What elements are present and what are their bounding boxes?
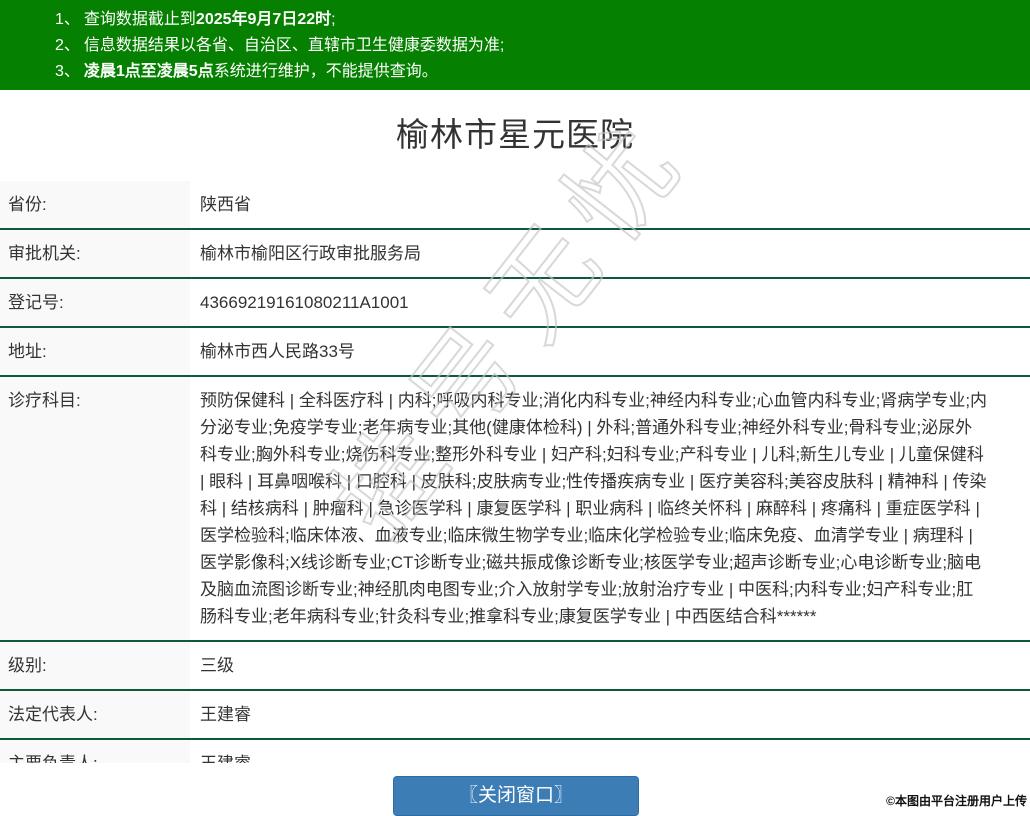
row-value: 榆林市榆阳区行政审批服务局 xyxy=(190,230,1030,277)
notice-text-bold: 2025年9月7日22时 xyxy=(196,11,331,28)
notice-item: 3、凌晨1点至凌晨5点系统进行维护，不能提供查询。 xyxy=(55,59,1030,85)
row-label: 主要负责人: xyxy=(0,740,190,763)
notice-banner: 1、查询数据截止到2025年9月7日22时; 2、信息数据结果以各省、自治区、直… xyxy=(0,0,1030,90)
notice-number: 1、 xyxy=(55,11,80,28)
notice-text-post: 系统进行维护，不能提供查询。 xyxy=(214,63,438,80)
notice-text-bold: 凌晨1点至凌晨5点 xyxy=(84,63,214,80)
notice-number: 3、 xyxy=(55,63,80,80)
table-row: 法定代表人: 王建睿 xyxy=(0,691,1030,740)
table-row: 登记号: 43669219161080211A1001 xyxy=(0,279,1030,328)
row-value: 预防保健科 | 全科医疗科 | 内科;呼吸内科专业;消化内科专业;神经内科专业;… xyxy=(190,377,1030,640)
table-row: 级别: 三级 xyxy=(0,642,1030,691)
row-value: 陕西省 xyxy=(190,181,1030,228)
row-label: 省份: xyxy=(0,181,190,228)
table-row: 审批机关: 榆林市榆阳区行政审批服务局 xyxy=(0,230,1030,279)
notice-item: 1、查询数据截止到2025年9月7日22时; xyxy=(55,7,1030,33)
row-label: 法定代表人: xyxy=(0,691,190,738)
row-label: 诊疗科目: xyxy=(0,377,190,640)
page-root: 1、查询数据截止到2025年9月7日22时; 2、信息数据结果以各省、自治区、直… xyxy=(0,0,1030,763)
row-label: 级别: xyxy=(0,642,190,689)
copyright-note: ©本图由平台注册用户上传 xyxy=(886,792,1027,809)
notice-text-pre: 信息数据结果以各省、自治区、直辖市卫生健康委数据为准; xyxy=(84,37,504,54)
table-row: 省份: 陕西省 xyxy=(0,181,1030,230)
notice-text-post: ; xyxy=(331,11,335,28)
close-window-button[interactable]: 〖关闭窗口〗 xyxy=(393,776,639,816)
hospital-name-title: 榆林市星元医院 xyxy=(0,90,1030,181)
notice-text-pre: 查询数据截止到 xyxy=(84,11,196,28)
row-value: 王建睿 xyxy=(190,740,1030,763)
row-label: 审批机关: xyxy=(0,230,190,277)
row-value: 三级 xyxy=(190,642,1030,689)
row-label: 登记号: xyxy=(0,279,190,326)
details-table: 省份: 陕西省 审批机关: 榆林市榆阳区行政审批服务局 登记号: 4366921… xyxy=(0,181,1030,763)
row-value: 王建睿 xyxy=(190,691,1030,738)
notice-number: 2、 xyxy=(55,37,80,54)
table-row: 诊疗科目: 预防保健科 | 全科医疗科 | 内科;呼吸内科专业;消化内科专业;神… xyxy=(0,377,1030,642)
table-row: 主要负责人: 王建睿 xyxy=(0,740,1030,763)
notice-item: 2、信息数据结果以各省、自治区、直辖市卫生健康委数据为准; xyxy=(55,33,1030,59)
row-label: 地址: xyxy=(0,328,190,375)
row-value: 榆林市西人民路33号 xyxy=(190,328,1030,375)
table-row: 地址: 榆林市西人民路33号 xyxy=(0,328,1030,377)
row-value: 43669219161080211A1001 xyxy=(190,279,1030,326)
